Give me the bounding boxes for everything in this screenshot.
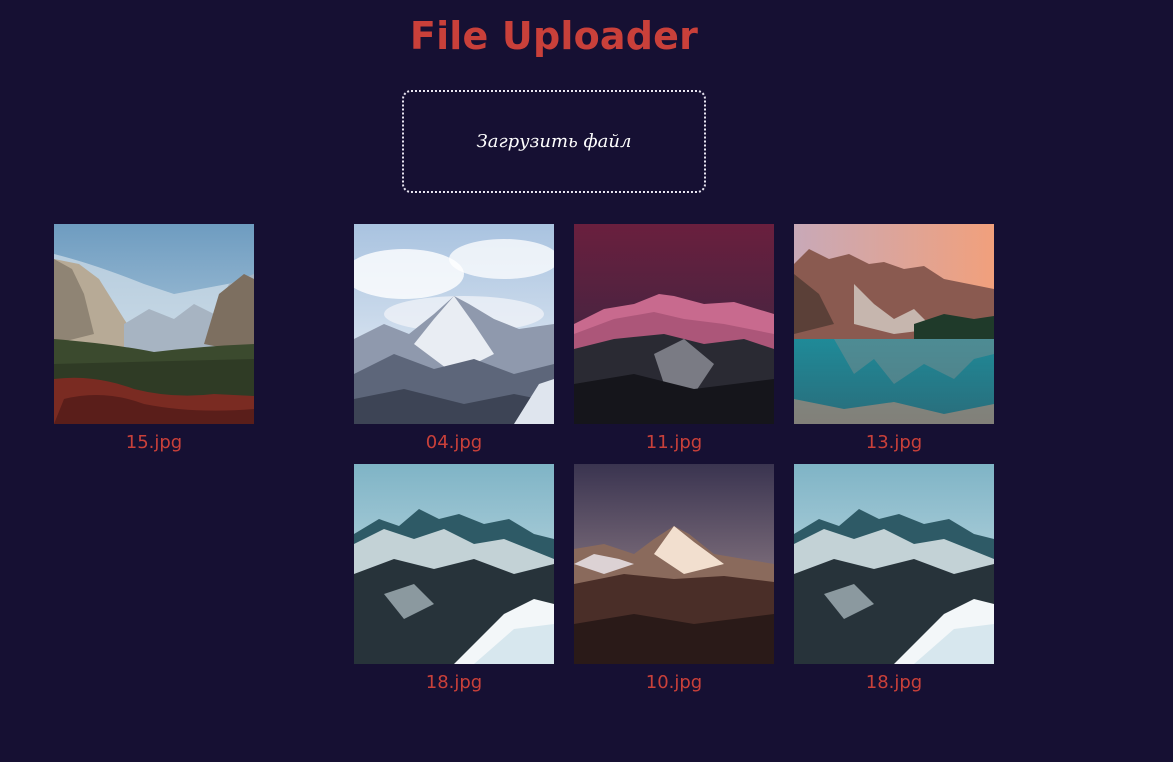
file-card[interactable]: 18.jpg: [794, 464, 994, 693]
file-thumbnail-sunlit-summit-dusk[interactable]: [574, 464, 774, 664]
upload-file-button[interactable]: Загрузить файл: [402, 90, 706, 193]
file-thumbnail-teal-snow-range[interactable]: [794, 464, 994, 664]
file-card[interactable]: 10.jpg: [574, 464, 774, 693]
file-card[interactable]: 04.jpg: [354, 224, 554, 453]
upload-file-label: Загрузить файл: [476, 131, 632, 152]
file-name: 13.jpg: [865, 432, 923, 453]
file-card[interactable]: 13.jpg: [794, 224, 994, 453]
file-thumbnail-valley-landscape[interactable]: [54, 224, 254, 424]
file-thumbnail-teal-snow-range[interactable]: [354, 464, 554, 664]
file-thumbnail-snowy-peak-clouds[interactable]: [354, 224, 554, 424]
file-name: 18.jpg: [425, 672, 483, 693]
page-title: File Uploader: [409, 14, 699, 58]
file-name: 04.jpg: [425, 432, 483, 453]
file-name: 10.jpg: [645, 672, 703, 693]
file-card[interactable]: 15.jpg: [54, 224, 254, 453]
file-name: 18.jpg: [865, 672, 923, 693]
file-name: 15.jpg: [125, 432, 183, 453]
file-thumbnail-turquoise-lake-reflection[interactable]: [794, 224, 994, 424]
file-card[interactable]: 11.jpg: [574, 224, 774, 453]
file-name: 11.jpg: [645, 432, 703, 453]
file-card[interactable]: 18.jpg: [354, 464, 554, 693]
file-thumbnail-pink-sunset-ridge[interactable]: [574, 224, 774, 424]
